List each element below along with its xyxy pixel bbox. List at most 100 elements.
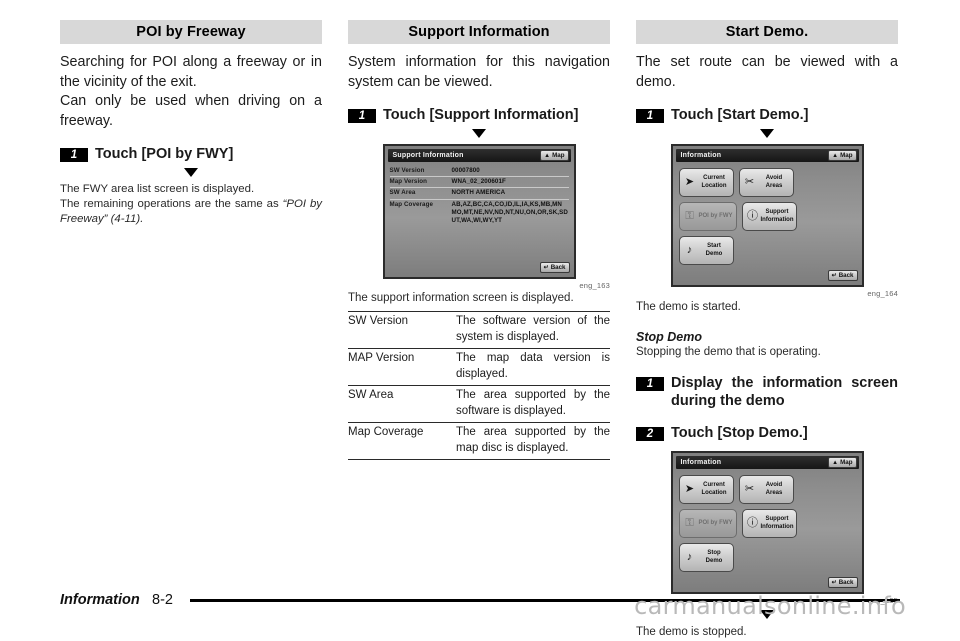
footer-section-label: Information: [60, 592, 140, 608]
screen-footer-bar: ↵ Back: [673, 267, 862, 285]
value-line: NORTH AMERICA: [451, 189, 506, 197]
watermark: carmanualsonline.info: [634, 592, 906, 620]
menu-button-label: Current Location: [698, 482, 731, 497]
after-screenshot-text-2: The demo is stopped.: [636, 626, 747, 639]
step-text: Touch [POI by FWY]: [95, 146, 234, 162]
menu-button-label: Avoid Areas: [758, 482, 791, 497]
support-info-value: WNA_02_200601F: [452, 178, 506, 186]
value-line: MO,MT,NE,NV,ND,NT,NU,ON,OR,SK,SD: [451, 208, 568, 216]
start-demo-icon: ♪: [686, 244, 693, 256]
table-term: SW Area: [348, 385, 456, 424]
note-left-1: The FWY area list screen is displayed.: [60, 183, 255, 195]
label-line: Areas: [765, 489, 783, 496]
map-button[interactable]: ▲ Map: [828, 150, 857, 161]
poi-by-fwy-icon: ⚿: [685, 210, 694, 222]
menu-button-current-location[interactable]: ➤ Current Location: [678, 168, 734, 197]
down-arrow-icon: [184, 168, 198, 177]
map-button-label: Map: [840, 459, 853, 467]
screen-title: Support Information: [392, 152, 464, 159]
screen-title: Information: [680, 152, 722, 159]
table-desc: The area supported by the map disc is di…: [456, 422, 610, 461]
map-triangle-icon: ▲: [544, 152, 551, 159]
menu-button-poi-by-fwy[interactable]: ⚿ POI by FWY: [678, 202, 737, 231]
section-header-start-demo: Start Demo.: [636, 20, 898, 44]
note-left-2: The remaining operations are the same as…: [60, 197, 322, 227]
menu-button-avoid-areas[interactable]: ✂ Avoid Areas: [738, 475, 794, 505]
table-row: SW Version The software version of the s…: [348, 311, 610, 350]
map-button[interactable]: ▲ Map: [828, 457, 857, 469]
label-line: Location: [701, 182, 727, 189]
screen-title-bar: Support Information ▲ Map: [387, 149, 571, 162]
label-line: Avoid: [765, 175, 783, 181]
step-number-badge: 2: [636, 427, 664, 442]
column-right: Start Demo. The set route can be viewed …: [636, 20, 898, 641]
label-line: Demo: [705, 250, 723, 257]
label-line: Current: [703, 482, 725, 489]
table-desc: The map data version is displayed.: [456, 348, 610, 387]
label-line: Location: [701, 489, 727, 496]
table-desc: The area supported by the software is di…: [456, 385, 610, 424]
support-info-row: Map Version WNA_02_200601F: [389, 177, 569, 189]
menu-button-avoid-areas[interactable]: ✂ Avoid Areas: [738, 168, 794, 197]
screenshot-information-stop-demo: Information ▲ Map ➤ Current Location ✂ A…: [670, 451, 864, 595]
step-number-badge: 1: [636, 377, 664, 392]
label-line: Information: [760, 216, 794, 223]
step-text: Touch [Support Information]: [383, 107, 579, 123]
table-row: MAP Version The map data version is disp…: [348, 348, 610, 387]
lead-line: The set route can be viewed with a demo.: [636, 54, 898, 90]
step-1-right: 1 Touch [Start Demo.]: [636, 106, 898, 124]
menu-button-start-demo[interactable]: ♪ Start Demo: [678, 236, 734, 265]
map-triangle-icon: ▲: [832, 152, 839, 159]
support-info-value: 00007800: [452, 167, 480, 175]
label-line: POI by FWY: [698, 520, 733, 527]
menu-button-poi-by-fwy[interactable]: ⚿ POI by FWY: [678, 509, 737, 539]
label-line: Current: [703, 175, 725, 181]
figure-caption: eng_163: [579, 281, 610, 291]
menu-button-label: Avoid Areas: [758, 175, 791, 190]
lead-paragraph-left: Searching for POI along a freeway or in …: [60, 53, 322, 131]
label-line: POI by FWY: [698, 213, 733, 219]
down-arrow-icon: [472, 129, 486, 138]
support-info-row: SW Area NORTH AMERICA: [389, 188, 569, 200]
back-button[interactable]: ↵ Back: [827, 577, 858, 589]
label-line: Support: [765, 209, 789, 215]
avoid-areas-icon: ✂: [744, 176, 755, 188]
back-arrow-icon: ↵: [831, 272, 837, 279]
down-arrow-icon: [760, 129, 774, 138]
back-arrow-icon: ↵: [831, 579, 837, 586]
table-term: SW Version: [348, 311, 456, 350]
table-row: Map Coverage The area supported by the m…: [348, 422, 610, 461]
table-term: MAP Version: [348, 348, 456, 387]
value-line: UT,WA,WI,WY,YT: [451, 217, 503, 225]
back-arrow-icon: ↵: [543, 264, 549, 271]
menu-button-support-information[interactable]: ⓘ Support Information: [741, 202, 797, 231]
subsection-lead: Stopping the demo that is operating.: [636, 346, 821, 359]
label-line: Information: [760, 523, 794, 530]
label-line: Support: [765, 516, 789, 523]
back-button[interactable]: ↵ Back: [539, 262, 570, 274]
support-info-value: AB,AZ,BC,CA,CO,ID,IL,IA,KS,MB,MN MO,MT,N…: [452, 201, 568, 226]
label-line: Stop: [707, 550, 721, 557]
back-button[interactable]: ↵ Back: [827, 270, 858, 281]
lead-paragraph-right: The set route can be viewed with a demo.: [636, 53, 898, 92]
back-button-label: Back: [550, 264, 566, 272]
support-info-value: NORTH AMERICA: [452, 189, 506, 197]
screenshot-information-start-demo: Information ▲ Map ➤ Current Location ✂ A…: [670, 144, 864, 287]
step-2-stop-demo: 2 Touch [Stop Demo.]: [636, 424, 898, 442]
support-info-definition-table: SW Version The software version of the s…: [348, 311, 610, 461]
support-info-row: SW Version 00007800: [389, 166, 569, 178]
menu-button-label: Start Demo: [698, 243, 731, 258]
label-line: Start: [707, 243, 721, 249]
support-information-icon: ⓘ: [747, 517, 758, 530]
menu-button-stop-demo[interactable]: ♪ Stop Demo: [678, 543, 734, 573]
menu-button-support-information[interactable]: ⓘ Support Information: [741, 509, 797, 539]
map-button[interactable]: ▲ Map: [540, 150, 569, 161]
back-button-label: Back: [838, 579, 854, 587]
lead-line: Can only be used when driving on a freew…: [60, 93, 322, 129]
lead-line: System information for this navigation s…: [348, 54, 610, 90]
back-button-label: Back: [838, 272, 854, 279]
menu-button-current-location[interactable]: ➤ Current Location: [678, 475, 734, 505]
step-text: Touch [Stop Demo.]: [671, 425, 808, 442]
avoid-areas-icon: ✂: [744, 483, 755, 496]
note-text: The remaining operations are the same as: [60, 198, 283, 211]
